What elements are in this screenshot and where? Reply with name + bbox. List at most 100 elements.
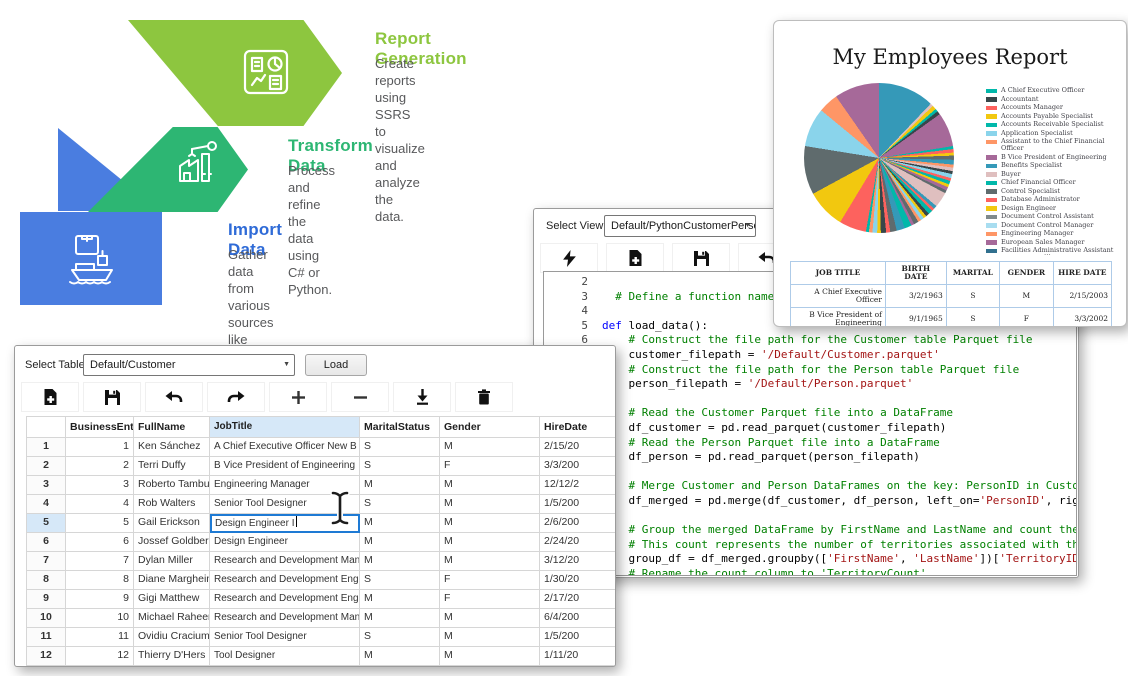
grid-cell[interactable]: 3/3/200: [540, 457, 616, 476]
grid-cell[interactable]: M: [360, 476, 440, 495]
row-header[interactable]: 5: [26, 514, 66, 533]
new-file-button[interactable]: [21, 382, 79, 412]
grid-cell[interactable]: Rob Walters: [134, 495, 210, 514]
load-button[interactable]: Load: [305, 354, 367, 376]
grid-cell[interactable]: M: [360, 533, 440, 552]
grid-cell[interactable]: M: [440, 476, 540, 495]
grid-cell[interactable]: M: [440, 628, 540, 647]
row-header[interactable]: 12: [26, 647, 66, 666]
grid-cell[interactable]: 2/24/20: [540, 533, 616, 552]
grid-cell[interactable]: Research and Development Engineer: [210, 571, 360, 590]
run-button[interactable]: [540, 243, 598, 273]
grid-cell[interactable]: Roberto Tamburell: [134, 476, 210, 495]
grid-cell[interactable]: 1/11/20: [540, 647, 616, 666]
grid-cell[interactable]: Research and Development Engineer: [210, 590, 360, 609]
grid-cell[interactable]: Diane Margheim: [134, 571, 210, 590]
grid-cell[interactable]: Dylan Miller: [134, 552, 210, 571]
save-button[interactable]: [672, 243, 730, 273]
grid-cell[interactable]: F: [440, 457, 540, 476]
grid-column-header-gender[interactable]: Gender: [440, 416, 540, 438]
new-file-button[interactable]: [606, 243, 664, 273]
add-row-button[interactable]: [269, 382, 327, 412]
delete-button[interactable]: [455, 382, 513, 412]
grid-cell[interactable]: M: [360, 552, 440, 571]
row-header[interactable]: 1: [26, 438, 66, 457]
grid-cell[interactable]: M: [440, 514, 540, 533]
grid-cell[interactable]: Terri Duffy: [134, 457, 210, 476]
grid-cell[interactable]: 3: [66, 476, 134, 495]
grid-cell[interactable]: 10: [66, 609, 134, 628]
grid-cell[interactable]: 3/12/20: [540, 552, 616, 571]
grid-column-header-businessentityid[interactable]: BusinessEntityID: [66, 416, 134, 438]
grid-cell[interactable]: M: [440, 495, 540, 514]
row-header[interactable]: 2: [26, 457, 66, 476]
grid-corner-cell[interactable]: [26, 416, 66, 438]
grid-cell[interactable]: 5: [66, 514, 134, 533]
grid-cell[interactable]: M: [360, 609, 440, 628]
grid-column-header-fullname[interactable]: FullName: [134, 416, 210, 438]
grid-cell[interactable]: M: [360, 590, 440, 609]
row-header[interactable]: 10: [26, 609, 66, 628]
grid-cell[interactable]: 12: [66, 647, 134, 666]
grid-cell[interactable]: M: [440, 609, 540, 628]
grid-cell[interactable]: B Vice President of Engineering: [210, 457, 360, 476]
row-header[interactable]: 4: [26, 495, 66, 514]
row-header[interactable]: 7: [26, 552, 66, 571]
grid-cell[interactable]: Design Engineer: [210, 533, 360, 552]
grid-cell[interactable]: 2/6/200: [540, 514, 616, 533]
grid-cell[interactable]: M: [440, 552, 540, 571]
grid-cell[interactable]: S: [360, 628, 440, 647]
grid-cell[interactable]: 11: [66, 628, 134, 647]
grid-cell[interactable]: M: [360, 514, 440, 533]
grid-cell[interactable]: 2/17/20: [540, 590, 616, 609]
grid-cell[interactable]: M: [440, 647, 540, 666]
grid-cell[interactable]: Senior Tool Designer: [210, 628, 360, 647]
grid-cell[interactable]: 6: [66, 533, 134, 552]
grid-cell[interactable]: S: [360, 571, 440, 590]
grid-cell[interactable]: Research and Development Manager: [210, 552, 360, 571]
grid-cell[interactable]: 7: [66, 552, 134, 571]
row-header[interactable]: 3: [26, 476, 66, 495]
grid-cell[interactable]: 1/30/20: [540, 571, 616, 590]
grid-cell[interactable]: Jossef Goldberg: [134, 533, 210, 552]
grid-cell[interactable]: M: [440, 438, 540, 457]
grid-column-header-maritalstatus[interactable]: MaritalStatus: [360, 416, 440, 438]
table-dropdown[interactable]: Default/Customer ▼: [83, 354, 295, 376]
grid-cell[interactable]: Research and Development Manager: [210, 609, 360, 628]
grid-cell[interactable]: Ovidiu Cracium: [134, 628, 210, 647]
grid-cell[interactable]: 6/4/200: [540, 609, 616, 628]
grid-cell[interactable]: M: [360, 647, 440, 666]
row-header[interactable]: 11: [26, 628, 66, 647]
grid-cell[interactable]: 4: [66, 495, 134, 514]
grid-cell[interactable]: 9: [66, 590, 134, 609]
grid-cell[interactable]: Thierry D'Hers: [134, 647, 210, 666]
row-header[interactable]: 8: [26, 571, 66, 590]
grid-cell[interactable]: 8: [66, 571, 134, 590]
grid-cell[interactable]: Gigi Matthew: [134, 590, 210, 609]
grid-cell[interactable]: 1/5/200: [540, 495, 616, 514]
row-header[interactable]: 9: [26, 590, 66, 609]
view-dropdown[interactable]: Default/PythonCustomerPerson ▼: [604, 215, 756, 237]
grid-cell[interactable]: 1: [66, 438, 134, 457]
grid-cell[interactable]: A Chief Executive Officer New B: [210, 438, 360, 457]
grid-cell[interactable]: Tool Designer: [210, 647, 360, 666]
undo-button[interactable]: [145, 382, 203, 412]
grid-cell[interactable]: M: [440, 533, 540, 552]
grid-cell[interactable]: 2: [66, 457, 134, 476]
grid-cell[interactable]: 1/5/200: [540, 628, 616, 647]
grid-cell[interactable]: 12/12/2: [540, 476, 616, 495]
grid-cell[interactable]: Michael Raheem: [134, 609, 210, 628]
grid-cell[interactable]: S: [360, 457, 440, 476]
download-button[interactable]: [393, 382, 451, 412]
remove-row-button[interactable]: [331, 382, 389, 412]
save-button[interactable]: [83, 382, 141, 412]
grid-column-header-jobtitle[interactable]: JobTitle: [210, 416, 360, 438]
grid-cell[interactable]: F: [440, 571, 540, 590]
grid-column-header-hiredate[interactable]: HireDate: [540, 416, 616, 438]
grid-cell[interactable]: F: [440, 590, 540, 609]
grid-cell[interactable]: S: [360, 438, 440, 457]
row-header[interactable]: 6: [26, 533, 66, 552]
grid-cell[interactable]: 2/15/20: [540, 438, 616, 457]
grid-cell[interactable]: S: [360, 495, 440, 514]
redo-button[interactable]: [207, 382, 265, 412]
